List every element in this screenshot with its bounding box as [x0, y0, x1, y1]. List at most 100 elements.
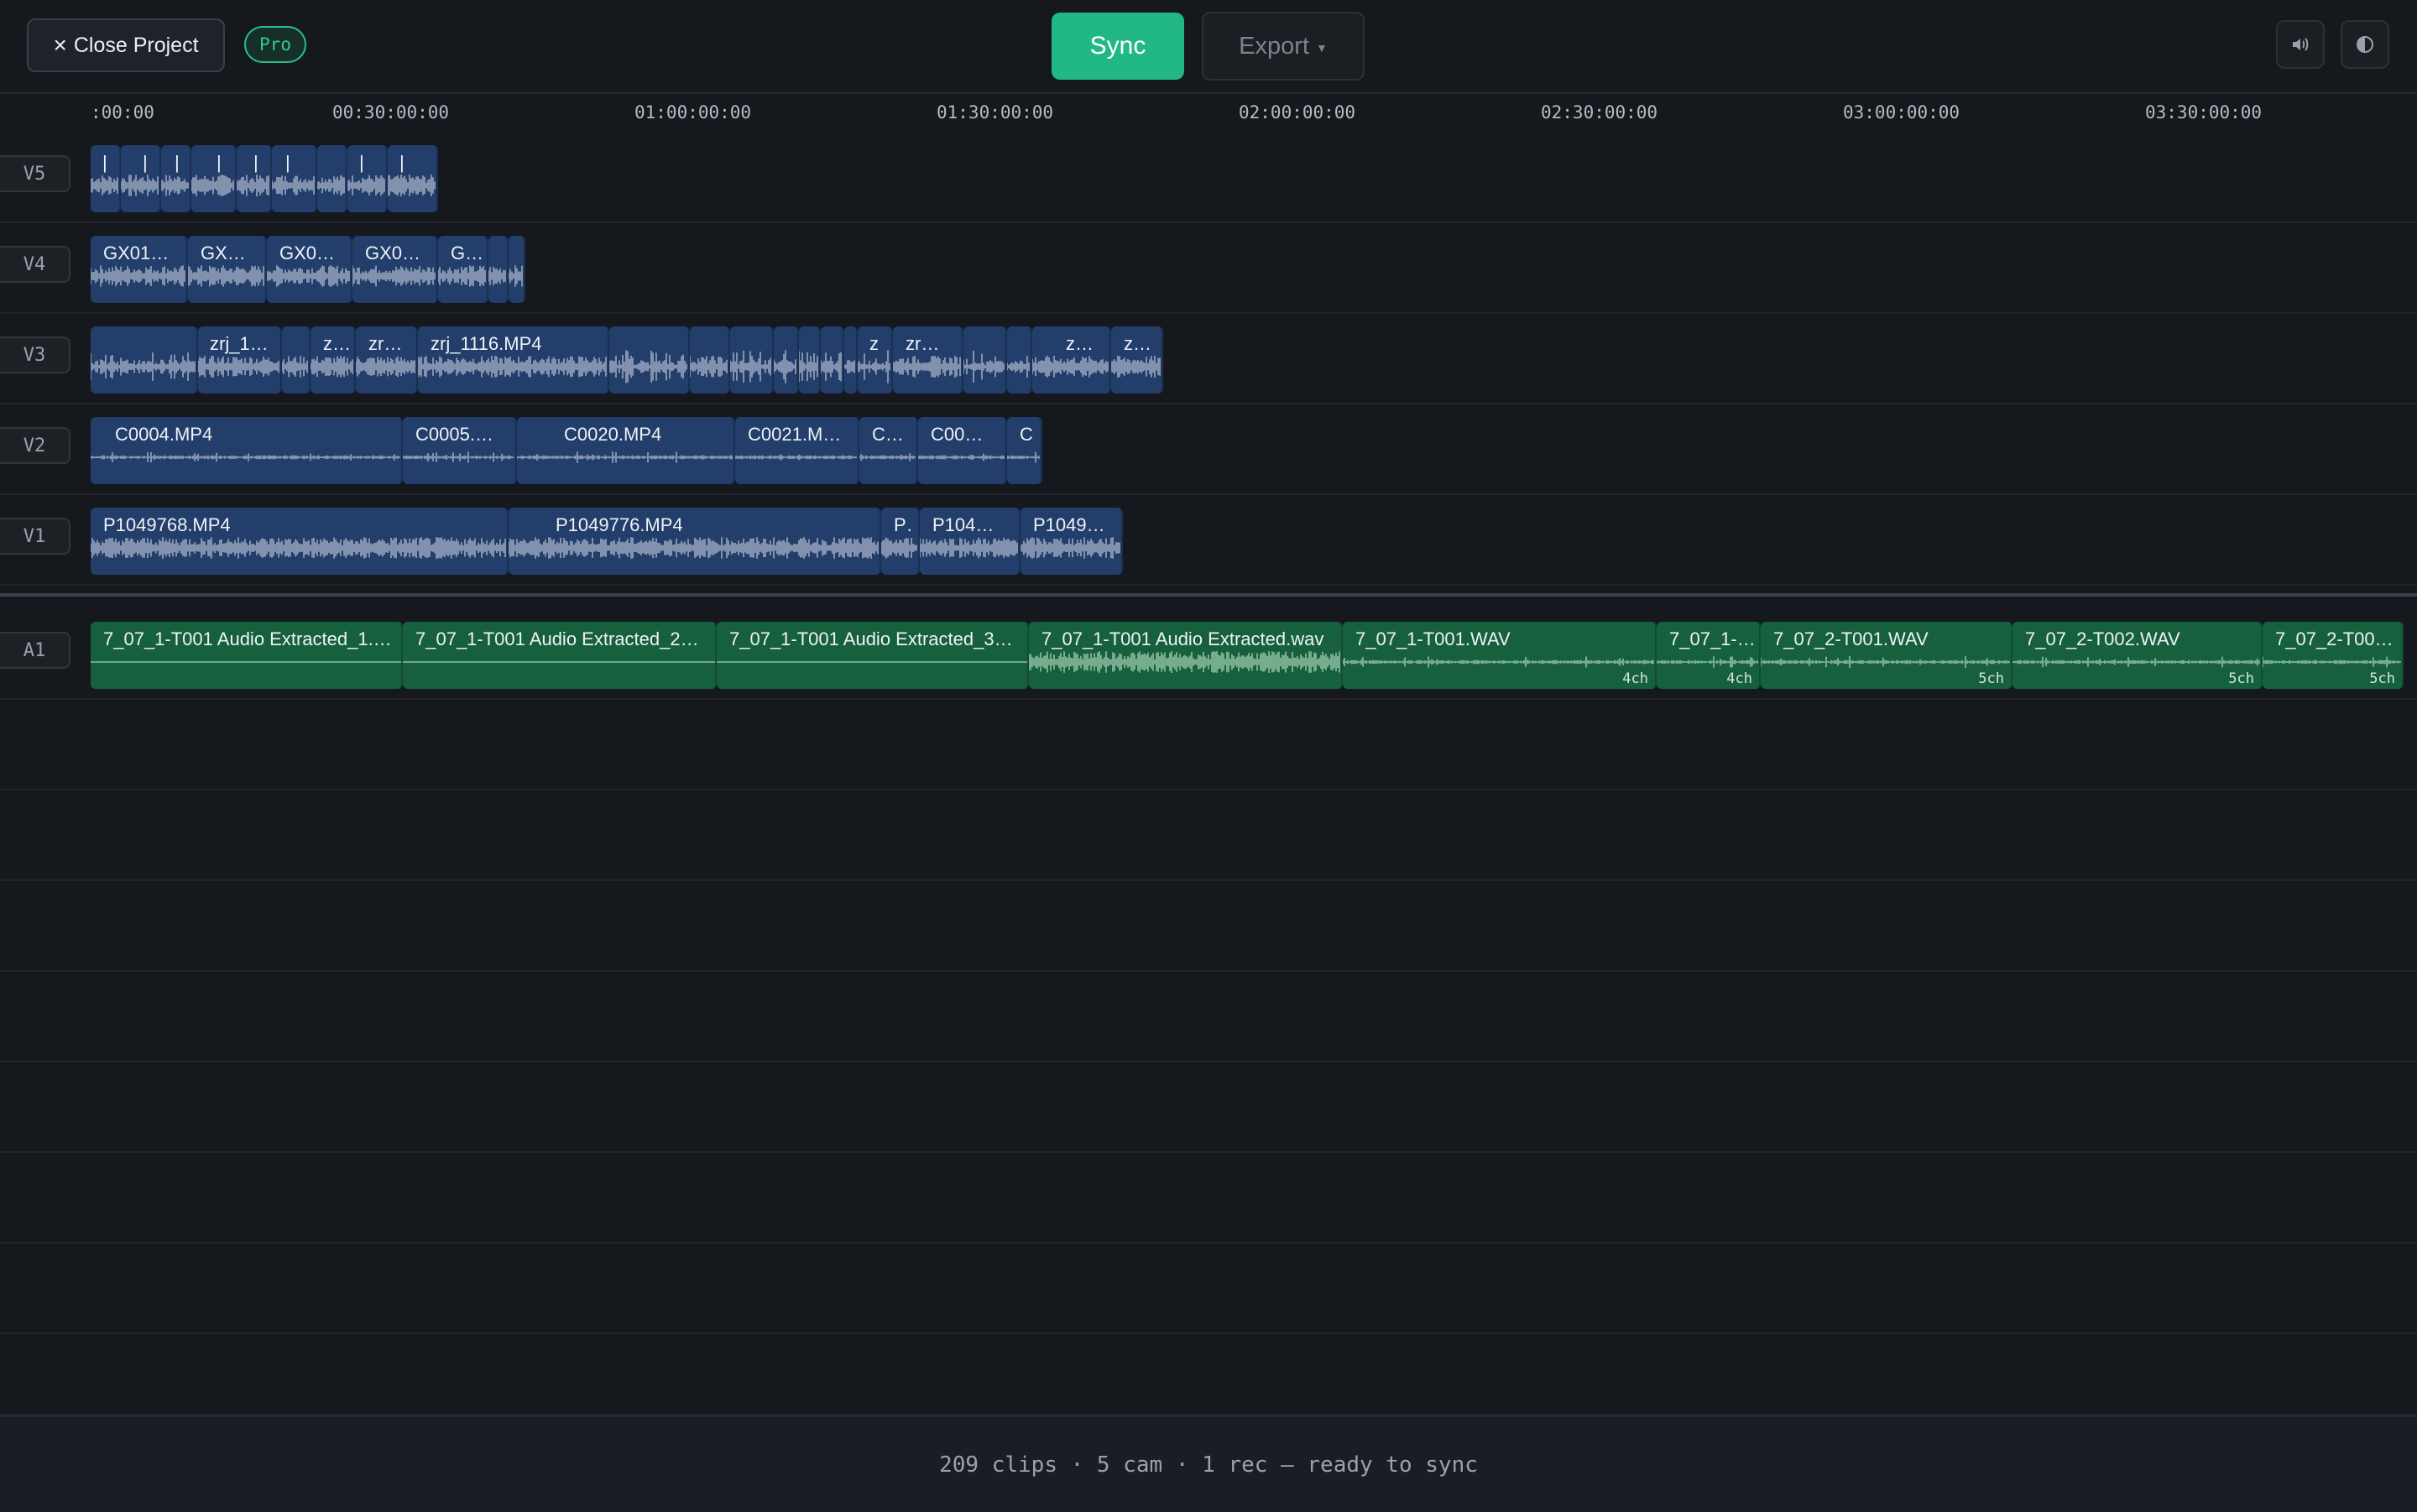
video-clip[interactable] — [1007, 326, 1032, 394]
status-bar: 209 clips · 5 cam · 1 rec — ready to syn… — [0, 1416, 2417, 1512]
video-clip[interactable]: z… — [1032, 326, 1111, 394]
video-clip[interactable]: z… — [1111, 326, 1163, 394]
video-clip[interactable] — [799, 326, 821, 394]
waveform — [774, 350, 796, 383]
video-clip[interactable]: zrj_1… — [198, 326, 282, 394]
timeline-ruler[interactable]: :00:00 00:30:00:00 01:00:00:00 01:30:00:… — [0, 94, 2417, 134]
export-label: Export — [1239, 32, 1309, 60]
video-clip[interactable]: C00… — [918, 417, 1007, 484]
video-clip[interactable] — [963, 326, 1007, 394]
track-label-v4[interactable]: V4 — [0, 246, 70, 283]
waveform — [730, 350, 771, 383]
waveform — [91, 661, 401, 663]
video-clip[interactable]: zr… — [893, 326, 963, 394]
video-clip[interactable] — [488, 236, 509, 303]
video-clip[interactable]: P1049768.MP4 — [91, 508, 509, 575]
audio-clip[interactable]: 7_07_1-T001 Audio Extracted.wav — [1029, 622, 1343, 689]
video-clip[interactable]: G… — [438, 236, 488, 303]
ruler-tick: :00:00 — [91, 102, 154, 123]
waveform — [690, 356, 728, 378]
waveform — [347, 175, 385, 196]
video-clip[interactable]: P104… — [920, 508, 1021, 575]
video-clip[interactable]: z… — [311, 326, 356, 394]
waveform — [356, 356, 415, 378]
video-clip[interactable] — [774, 326, 799, 394]
waveform — [311, 356, 353, 378]
waveform — [1111, 356, 1161, 378]
video-clip[interactable]: | — [347, 145, 388, 212]
video-clip[interactable]: C — [1007, 417, 1042, 484]
video-clip[interactable]: | — [237, 145, 272, 212]
status-text: 209 clips · 5 cam · 1 rec — ready to syn… — [939, 1452, 1478, 1478]
video-clip[interactable]: | — [388, 145, 438, 212]
track-row-a1: A1 7_07_1-T001 Audio Extracted_1.… 7_07_… — [0, 609, 2417, 700]
empty-track-row — [0, 972, 2417, 1062]
video-clip[interactable]: GX… — [188, 236, 267, 303]
waveform — [91, 175, 118, 196]
video-clip[interactable]: | — [161, 145, 191, 212]
video-clip[interactable]: P… — [881, 508, 920, 575]
video-clip[interactable]: C0021.M… — [735, 417, 859, 484]
waveform — [438, 265, 486, 287]
video-clip[interactable]: zrj_1116.MP4 — [418, 326, 609, 394]
video-clip[interactable] — [282, 326, 311, 394]
waveform — [488, 267, 506, 285]
video-clip[interactable] — [609, 326, 690, 394]
video-clip[interactable]: zr… — [356, 326, 418, 394]
audio-clip[interactable]: 7_07_2-T001.WAV 5ch — [1761, 622, 2012, 689]
video-clip[interactable]: P1049… — [1021, 508, 1123, 575]
sync-button[interactable]: Sync — [1052, 13, 1184, 80]
volume-button[interactable] — [2276, 20, 2325, 69]
waveform — [509, 265, 523, 287]
video-clip[interactable]: C… — [859, 417, 918, 484]
video-clip[interactable]: | — [272, 145, 317, 212]
video-clip[interactable] — [509, 236, 525, 303]
waveform — [403, 661, 715, 663]
video-clip[interactable]: C0020.MP4 — [517, 417, 735, 484]
video-clip[interactable]: P1049776.MP4 — [509, 508, 881, 575]
video-clip[interactable] — [821, 326, 844, 394]
track-row-v3: V3 zrj_1… z… zr… zrj_1116.MP4 z zr… z… z… — [0, 314, 2417, 404]
theme-toggle-button[interactable] — [2341, 20, 2389, 69]
video-clip[interactable]: GX01… — [91, 236, 188, 303]
video-clip[interactable]: GX0… — [352, 236, 438, 303]
video-clip[interactable]: C0005.… — [403, 417, 517, 484]
audio-clip[interactable]: 7_07_1-… 4ch — [1657, 622, 1761, 689]
track-label-v5[interactable]: V5 — [0, 155, 70, 192]
video-clip[interactable] — [690, 326, 730, 394]
waveform — [609, 350, 687, 383]
audio-clip[interactable]: 7_07_1-T001 Audio Extracted_3… — [717, 622, 1029, 689]
waveform — [717, 661, 1027, 663]
video-clip[interactable] — [844, 326, 858, 394]
audio-clip[interactable]: 7_07_1-T001 Audio Extracted_2… — [403, 622, 717, 689]
waveform — [272, 175, 315, 196]
track-label-a1[interactable]: A1 — [0, 632, 70, 669]
waveform — [1032, 356, 1109, 378]
video-clip[interactable]: | — [91, 145, 121, 212]
video-clip[interactable]: | — [191, 145, 237, 212]
waveform — [918, 453, 1005, 461]
video-clip[interactable]: GX0… — [267, 236, 352, 303]
track-label-v2[interactable]: V2 — [0, 427, 70, 464]
audio-clip[interactable]: 7_07_2-T00… 5ch — [2263, 622, 2404, 689]
audio-clip[interactable]: 7_07_2-T002.WAV 5ch — [2012, 622, 2263, 689]
video-clip[interactable]: C0004.MP4 — [91, 417, 403, 484]
video-clip[interactable] — [730, 326, 774, 394]
empty-track-row — [0, 1243, 2417, 1334]
waveform — [403, 451, 514, 463]
ruler-tick: 03:00:00:00 — [1843, 102, 1960, 123]
video-clip[interactable] — [91, 326, 198, 394]
video-clip[interactable]: | — [121, 145, 161, 212]
audio-clip[interactable]: 7_07_1-T001 Audio Extracted_1.… — [91, 622, 403, 689]
export-button[interactable]: Export ▼ — [1202, 12, 1365, 81]
close-project-button[interactable]: × Close Project — [27, 18, 225, 72]
track-label-v3[interactable]: V3 — [0, 336, 70, 373]
audio-clip[interactable]: 7_07_1-T001.WAV 4ch — [1343, 622, 1657, 689]
waveform — [1029, 651, 1340, 673]
video-clip[interactable] — [317, 145, 347, 212]
track-label-v1[interactable]: V1 — [0, 518, 70, 555]
waveform — [1007, 356, 1030, 378]
video-clip[interactable]: z — [858, 326, 893, 394]
waveform — [881, 537, 917, 559]
video-audio-divider[interactable] — [0, 593, 2417, 597]
